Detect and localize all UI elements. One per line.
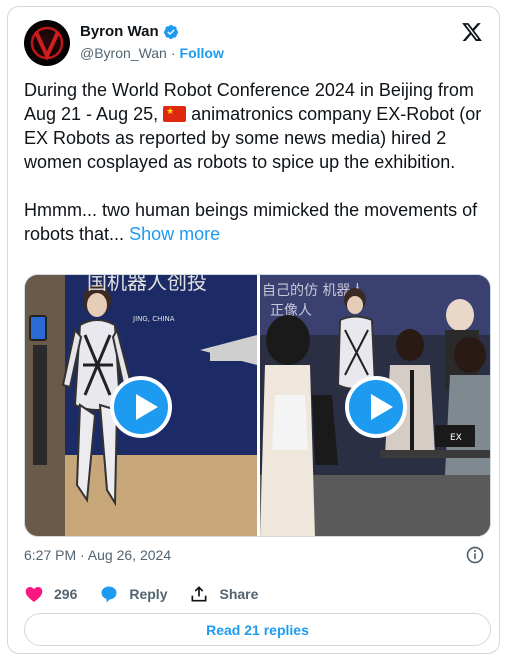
author-name-row: Byron Wan: [80, 23, 179, 40]
share-label: Share: [219, 586, 259, 602]
play-button-left[interactable]: [110, 376, 172, 438]
box-label: EX: [450, 433, 462, 443]
share-button[interactable]: Share: [189, 584, 258, 604]
verified-badge-icon: [163, 24, 178, 39]
reply-button[interactable]: Reply: [99, 584, 167, 604]
handle-separator: ·: [170, 45, 176, 61]
tweet-text-part-2: animatronics company EX-Robot (or EX Rob…: [24, 104, 482, 244]
tweet-timestamp[interactable]: 6:27 PM · Aug 26, 2024: [24, 547, 171, 563]
video-thumbnail-left[interactable]: 国机器人创投 JING, CHINA: [25, 275, 257, 536]
heart-icon: [25, 587, 43, 602]
china-flag-icon: [163, 106, 187, 122]
left-small-text: JING, CHINA: [132, 315, 175, 323]
tweet-text: During the World Robot Conference 2024 i…: [24, 78, 490, 246]
author-handle-row: @Byron_Wan · Follow: [80, 45, 224, 61]
likes-count: 296: [54, 586, 78, 602]
share-icon: [191, 586, 207, 602]
reply-bubble-icon: [101, 586, 117, 603]
play-button-right[interactable]: [345, 376, 407, 438]
reply-label: Reply: [129, 586, 168, 602]
info-icon[interactable]: [465, 545, 485, 565]
left-banner-text: 国机器人创投: [87, 275, 207, 294]
author-name[interactable]: Byron Wan: [80, 23, 159, 40]
show-more-link[interactable]: Show more: [129, 224, 220, 244]
video-thumbnail-right[interactable]: 自己的仿 机器人 正像人 EX: [260, 275, 490, 536]
like-button[interactable]: 296: [24, 584, 77, 604]
avatar-v-logo: [30, 26, 64, 61]
follow-button[interactable]: Follow: [180, 45, 224, 61]
avatar[interactable]: [24, 20, 70, 66]
x-logo-icon[interactable]: [461, 21, 483, 43]
media-container: 国机器人创投 JING, CHINA 自己的仿 机器人 正像人 EX: [24, 274, 491, 537]
author-handle[interactable]: @Byron_Wan: [80, 45, 167, 61]
read-replies-button[interactable]: Read 21 replies: [24, 613, 491, 646]
tweet-card: Byron Wan @Byron_Wan · Follow During the…: [7, 6, 500, 654]
action-bar: 296 Reply Share: [24, 584, 280, 604]
